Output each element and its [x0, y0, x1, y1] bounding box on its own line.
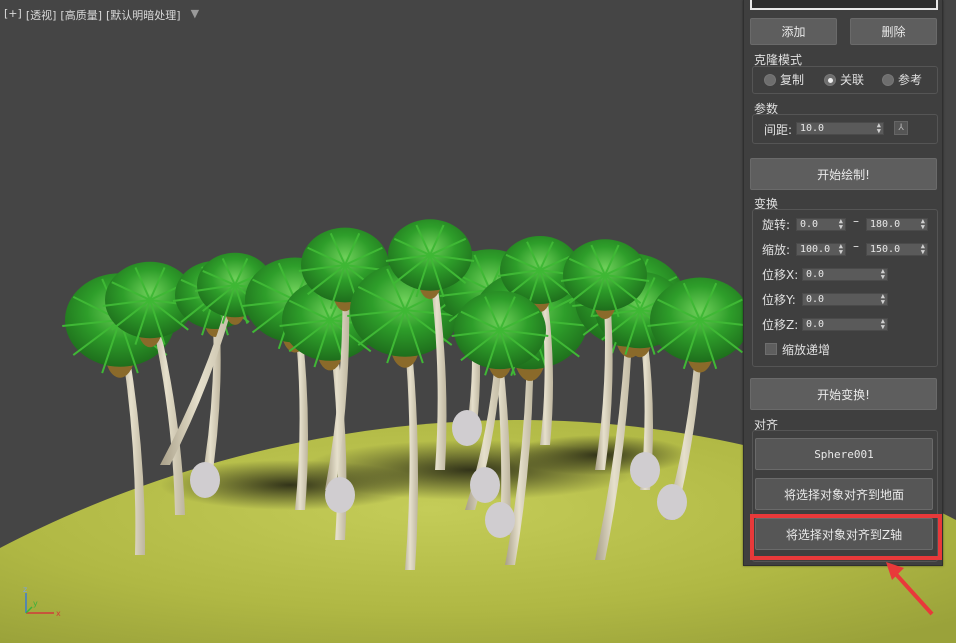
offset-x-label: 位移X: — [762, 268, 799, 282]
palm-bulb-base — [325, 477, 355, 513]
funnel-icon[interactable]: ▼ — [191, 7, 199, 23]
viewport-view-menu[interactable]: [透视] — [26, 7, 57, 23]
viewport-quality-menu[interactable]: [高质量] — [60, 7, 102, 23]
offset-y-value: 0.0 — [806, 294, 825, 305]
scale-increment-label: 缩放递增 — [782, 343, 831, 357]
scatter-tool-panel: 添加 删除 克隆模式 复制 关联 参考 参数 间距: 10.0 ▲ ▼ ⅄ 开始绘… — [743, 0, 943, 566]
spinner-arrows-icon[interactable]: ▲ ▼ — [881, 318, 885, 331]
offset-y-spinner[interactable]: 0.0 ▲ ▼ — [802, 293, 888, 306]
start-transform-button[interactable]: 开始变换! — [750, 378, 937, 410]
rotate-min-value: 0.0 — [800, 219, 819, 230]
rotate-label: 旋转: — [762, 218, 791, 232]
offset-x-value: 0.0 — [806, 269, 825, 280]
radio-instance-dot[interactable] — [824, 73, 836, 86]
viewport-plus-menu[interactable]: [+] — [4, 7, 22, 23]
radio-reference[interactable]: 参考 — [882, 71, 922, 88]
spinner-arrows-icon[interactable]: ▲ ▼ — [921, 218, 925, 231]
rotate-max-spinner[interactable]: 180.0 ▲ ▼ — [866, 218, 928, 231]
scale-label: 缩放: — [762, 243, 791, 257]
offset-z-spinner[interactable]: 0.0 ▲ ▼ — [802, 318, 888, 331]
gizmo-y-label: y — [33, 599, 38, 608]
radio-instance[interactable]: 关联 — [824, 71, 864, 88]
scale-max-spinner[interactable]: 150.0 ▲ ▼ — [866, 243, 928, 256]
offset-z-label: 位移Z: — [762, 318, 799, 332]
align-target-button[interactable]: Sphere001 — [755, 438, 933, 470]
viewport-label-bar: [+] [透视] [高质量] [默认明暗处理] ▼ — [4, 7, 199, 23]
scale-max-value: 150.0 — [870, 244, 901, 255]
scale-dash: – — [853, 239, 859, 253]
delete-button[interactable]: 删除 — [850, 18, 937, 45]
highlight-box — [750, 514, 942, 560]
rotate-dash: – — [853, 214, 859, 228]
palm-bulb-base — [485, 502, 515, 538]
gizmo-x-label: x — [56, 609, 61, 618]
scale-increment-checkbox[interactable] — [765, 343, 777, 355]
scale-min-spinner[interactable]: 100.0 ▲ ▼ — [796, 243, 846, 256]
align-to-ground-button[interactable]: 将选择对象对齐到地面 — [755, 478, 933, 510]
annotation-arrow-icon — [886, 562, 934, 616]
add-button[interactable]: 添加 — [750, 18, 837, 45]
radio-copy-label: 复制 — [780, 73, 805, 87]
palm-bulb-base — [630, 452, 660, 488]
offset-y-label: 位移Y: — [762, 293, 796, 307]
spinner-arrows-icon[interactable]: ▲ ▼ — [881, 268, 885, 281]
palm-bulb-base — [657, 484, 687, 520]
rotate-max-value: 180.0 — [870, 219, 901, 230]
axis-gizmo-icon: x y z — [23, 585, 61, 618]
palm-bulb-base — [452, 410, 482, 446]
radio-instance-label: 关联 — [840, 73, 865, 87]
rotate-min-spinner[interactable]: 0.0 ▲ ▼ — [796, 218, 846, 231]
gizmo-z-label: z — [23, 585, 27, 594]
spacing-lock-button[interactable]: ⅄ — [894, 121, 908, 135]
scale-min-value: 100.0 — [800, 244, 831, 255]
spinner-arrows-icon[interactable]: ▲ ▼ — [877, 122, 881, 135]
start-paint-button[interactable]: 开始绘制! — [750, 158, 937, 190]
radio-copy[interactable]: 复制 — [764, 71, 804, 88]
offset-z-value: 0.0 — [806, 319, 825, 330]
radio-reference-label: 参考 — [898, 73, 923, 87]
palm-bulb-base — [190, 462, 220, 498]
radio-reference-dot[interactable] — [882, 73, 894, 86]
spinner-arrows-icon[interactable]: ▲ ▼ — [881, 293, 885, 306]
spinner-arrows-icon[interactable]: ▲ ▼ — [839, 218, 843, 231]
offset-x-spinner[interactable]: 0.0 ▲ ▼ — [802, 268, 888, 281]
spacing-spinner[interactable]: 10.0 ▲ ▼ — [796, 122, 884, 135]
spinner-arrows-icon[interactable]: ▲ ▼ — [839, 243, 843, 256]
palm-bulb-base — [470, 467, 500, 503]
spacing-label: 间距: — [764, 123, 793, 137]
object-list-field[interactable] — [750, 0, 938, 10]
viewport-shading-menu[interactable]: [默认明暗处理] — [106, 7, 181, 23]
radio-copy-dot[interactable] — [764, 73, 776, 86]
spacing-value: 10.0 — [800, 123, 825, 134]
spinner-arrows-icon[interactable]: ▲ ▼ — [921, 243, 925, 256]
